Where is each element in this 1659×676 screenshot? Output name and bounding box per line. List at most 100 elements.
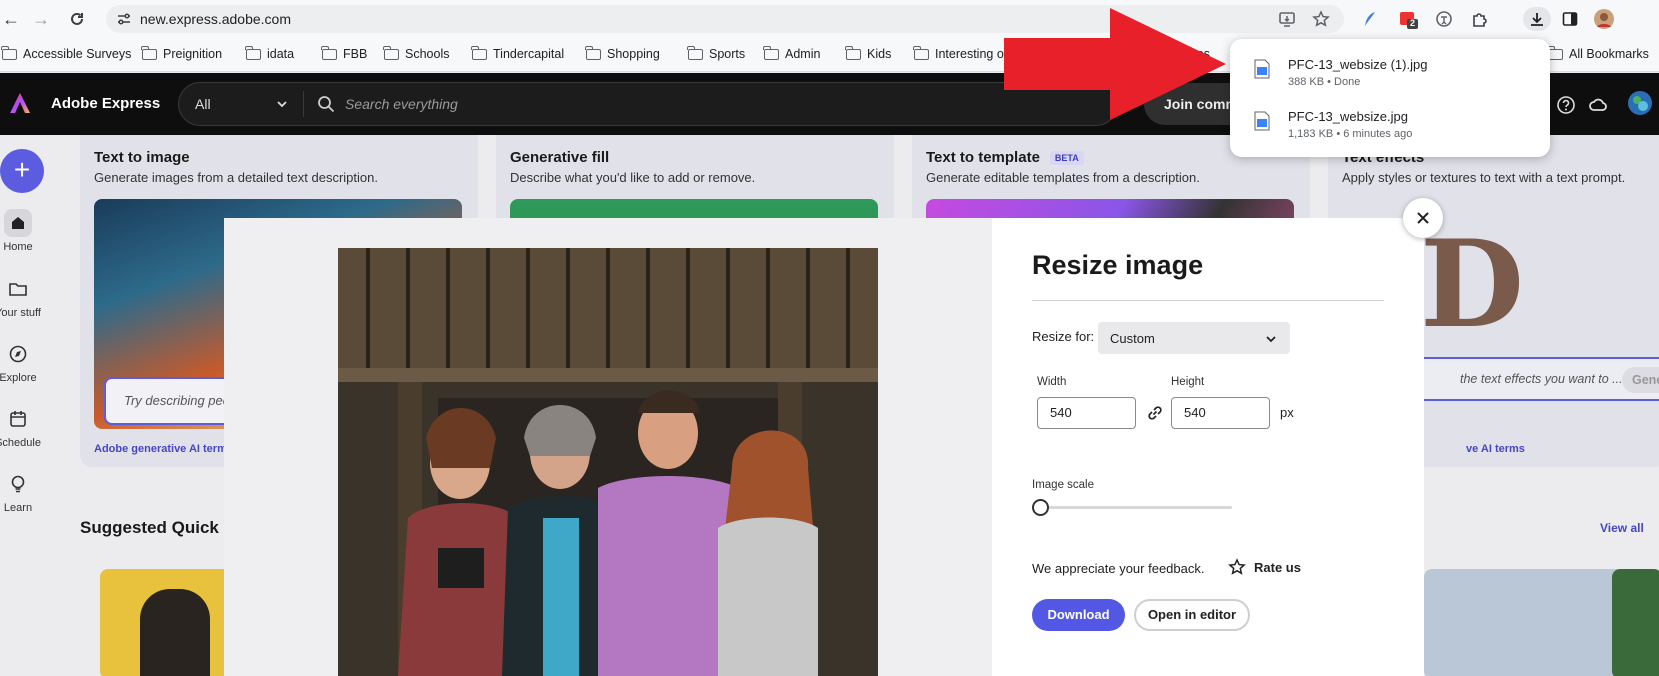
image-scale-slider-track[interactable] [1040, 506, 1232, 509]
link-aspect-ratio-icon[interactable] [1146, 404, 1164, 422]
image-preview-panel [224, 218, 992, 676]
browser-toolbar: ← → new.express.adobe.com 2 [0, 0, 1659, 38]
image-file-icon [1254, 111, 1270, 131]
forward-icon[interactable]: → [30, 8, 52, 30]
folder-icon [321, 45, 337, 60]
folder-icon [383, 45, 399, 60]
close-button[interactable] [1403, 198, 1443, 238]
calendar-extension-icon[interactable]: 2 [1398, 9, 1418, 29]
bookmark-item[interactable]: Kids [845, 45, 891, 61]
bookmark-star-icon[interactable] [1312, 10, 1330, 28]
creative-cloud-icon[interactable] [1588, 95, 1608, 115]
image-file-icon [1254, 59, 1270, 79]
rail-item-explore[interactable]: Explore [0, 340, 48, 384]
search-input[interactable]: Search everything [345, 96, 458, 112]
folder-icon [845, 45, 861, 60]
family-photo [338, 248, 878, 676]
rail-item-home[interactable]: Home [0, 209, 48, 253]
bookmark-item[interactable]: Shopping [585, 45, 660, 61]
image-scale-slider-thumb[interactable] [1032, 499, 1049, 516]
height-input[interactable]: 540 [1171, 397, 1270, 429]
ai-terms-link[interactable]: Adobe generative AI terms [94, 443, 233, 455]
profile-avatar[interactable] [1594, 9, 1614, 29]
download-item[interactable]: PFC-13_websize.jpg 1,183 KB • 6 minutes … [1254, 105, 1534, 145]
star-icon [1228, 558, 1246, 575]
feather-extension-icon[interactable] [1360, 9, 1380, 29]
feedback-text: We appreciate your feedback. [1032, 561, 1205, 576]
bookmark-item[interactable]: Schools [383, 45, 449, 61]
rail-item-learn[interactable]: Learn [0, 470, 48, 514]
section-title: Suggested Quick ac [80, 518, 243, 537]
card-description: Describe what you'd like to add or remov… [510, 170, 756, 185]
card-title: Text to template BETA [926, 149, 1084, 166]
card-description: Generate editable templates from a descr… [926, 170, 1200, 185]
help-icon[interactable] [1556, 95, 1576, 115]
folder-icon [471, 45, 487, 60]
folder-icon [913, 45, 929, 60]
quick-action-thumb-plant[interactable] [1612, 569, 1659, 676]
reload-icon[interactable] [66, 8, 88, 30]
search-icon [318, 96, 335, 113]
folder-icon [4, 275, 32, 303]
generate-button[interactable]: Gener [1622, 367, 1659, 393]
beta-badge: BETA [1049, 151, 1084, 166]
view-all-link[interactable]: View all [1600, 521, 1644, 535]
side-panel-icon[interactable] [1560, 9, 1580, 29]
chevron-down-icon[interactable] [275, 97, 289, 111]
bookmark-item[interactable]: Admin [763, 45, 820, 61]
downloads-bubble: PFC-13_websize (1).jpg 388 KB • Done PFC… [1230, 39, 1550, 157]
height-label: Height [1171, 376, 1205, 388]
left-rail: + Home Your stuff Explore Schedule Learn [0, 135, 60, 676]
modal-title: Resize image [1032, 250, 1204, 280]
card-title: Generative fill [510, 149, 610, 166]
folder-icon [585, 45, 601, 60]
global-search[interactable]: All Search everything [178, 82, 1118, 126]
brand-name[interactable]: Adobe Express [51, 95, 160, 112]
bookmark-item[interactable]: FBB [321, 45, 367, 61]
rail-item-schedule[interactable]: Schedule [0, 405, 48, 449]
ai-terms-link[interactable]: ve AI terms [1466, 443, 1525, 455]
all-bookmarks-item[interactable]: All Bookmarks [1547, 45, 1649, 61]
folder-icon [1, 45, 17, 60]
bookmark-item[interactable]: idata [245, 45, 294, 61]
adobe-express-logo[interactable] [8, 91, 32, 115]
dog-image [140, 589, 210, 676]
unit-label: px [1280, 405, 1294, 420]
rail-item-your-stuff[interactable]: Your stuff [0, 275, 48, 319]
rate-us-button[interactable]: Rate us [1228, 558, 1301, 576]
folder-icon [245, 45, 261, 60]
resize-for-select[interactable]: Custom [1098, 322, 1290, 354]
open-in-editor-button[interactable]: Open in editor [1134, 599, 1250, 631]
card-description: Apply styles or textures to text with a … [1342, 170, 1626, 185]
folder-icon [141, 45, 157, 60]
resize-for-label: Resize for: [1032, 329, 1095, 344]
title-divider [1032, 300, 1384, 301]
site-settings-icon[interactable] [116, 11, 132, 27]
bookmark-item[interactable]: Tindercapital [471, 45, 564, 61]
user-avatar[interactable] [1628, 91, 1652, 115]
bookmark-item[interactable]: Sports [687, 45, 745, 61]
compass-icon [4, 340, 32, 368]
install-app-icon[interactable] [1278, 10, 1296, 28]
quick-action-thumb-video[interactable] [1424, 569, 1624, 676]
lightbulb-icon [4, 470, 32, 498]
bookmark-item[interactable]: Accessible Surveys [1, 45, 131, 61]
close-icon [1417, 212, 1429, 224]
url-text[interactable]: new.express.adobe.com [140, 11, 291, 27]
bookmark-item[interactable]: Preignition [141, 45, 222, 61]
calendar-icon [4, 405, 32, 433]
download-item[interactable]: PFC-13_websize (1).jpg 388 KB • Done [1254, 53, 1534, 93]
floral-letter-art: D [1420, 214, 1525, 355]
downloads-icon[interactable] [1523, 7, 1551, 31]
download-button[interactable]: Download [1032, 599, 1125, 631]
back-icon[interactable]: ← [0, 8, 22, 30]
image-scale-label: Image scale [1032, 479, 1095, 491]
home-icon [4, 209, 32, 237]
extensions-puzzle-icon[interactable] [1470, 9, 1490, 29]
red-arrow-annotation [1004, 8, 1226, 120]
bookmark-item[interactable]: Interesting o [913, 45, 1004, 61]
create-new-button[interactable]: + [0, 149, 44, 193]
width-input[interactable]: 540 [1037, 397, 1136, 429]
search-filter-select[interactable]: All [195, 96, 211, 112]
accessibility-extension-icon[interactable] [1434, 9, 1454, 29]
